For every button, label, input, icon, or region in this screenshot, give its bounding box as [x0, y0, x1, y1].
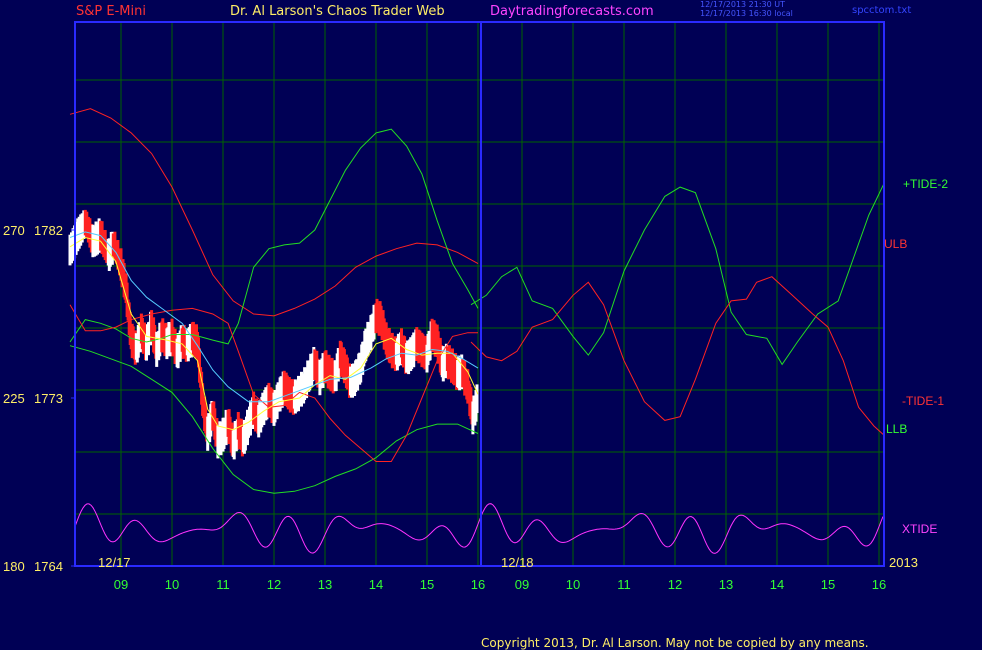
x-tick-label: 11: [617, 577, 631, 592]
timestamp-local: 12/17/2013 16:30 local: [700, 9, 793, 18]
legend-label: LLB: [886, 422, 907, 436]
y-tick-label-right: 1764: [34, 559, 63, 574]
x-tick-label: 16: [872, 577, 886, 592]
legend-label: -TIDE-1: [902, 394, 944, 408]
page-title: Dr. Al Larson's Chaos Trader Web: [230, 4, 445, 19]
chart-svg: 09 10 11 12 13 14 15 16 09 10 11 12 13 14 15 16 270 1782 2…: [0, 0, 982, 650]
x-tick-label: 14: [369, 577, 383, 592]
x-tick-label: 10: [566, 577, 580, 592]
x-tick-label: 14: [770, 577, 784, 592]
date-label: 12/18: [501, 555, 534, 570]
data-file-label: spcctom.txt: [852, 5, 912, 16]
legend-label: XTIDE: [902, 522, 937, 536]
timestamp-ut: 12/17/2013 21:30 UT: [700, 0, 785, 9]
x-tick-label: 11: [216, 577, 230, 592]
x-tick-label: 09: [515, 577, 529, 592]
instrument-label: S&P E-Mini: [76, 4, 146, 19]
x-tick-label: 15: [420, 577, 434, 592]
date-label: 2013: [889, 555, 918, 570]
y-tick-label-right: 1773: [34, 391, 63, 406]
x-tick-label: 12: [668, 577, 682, 592]
x-tick-label: 09: [114, 577, 128, 592]
x-tick-label: 13: [719, 577, 733, 592]
x-tick-label: 13: [318, 577, 332, 592]
x-tick-label: 15: [821, 577, 835, 592]
site-link[interactable]: Daytradingforecasts.com: [490, 4, 654, 19]
y-tick-label-left: 180: [3, 559, 25, 574]
x-tick-label: 10: [165, 577, 179, 592]
legend-label: +TIDE-2: [903, 177, 948, 191]
y-tick-label-left: 225: [3, 391, 25, 406]
x-tick-label: 12: [267, 577, 281, 592]
legend-label: ULB: [884, 237, 907, 251]
y-tick-label-left: 270: [3, 223, 25, 238]
x-tick-label: 16: [471, 577, 485, 592]
copyright-notice: Copyright 2013, Dr. Al Larson. May not b…: [481, 636, 869, 650]
y-tick-label-right: 1782: [34, 223, 63, 238]
date-label: 12/17: [98, 555, 131, 570]
